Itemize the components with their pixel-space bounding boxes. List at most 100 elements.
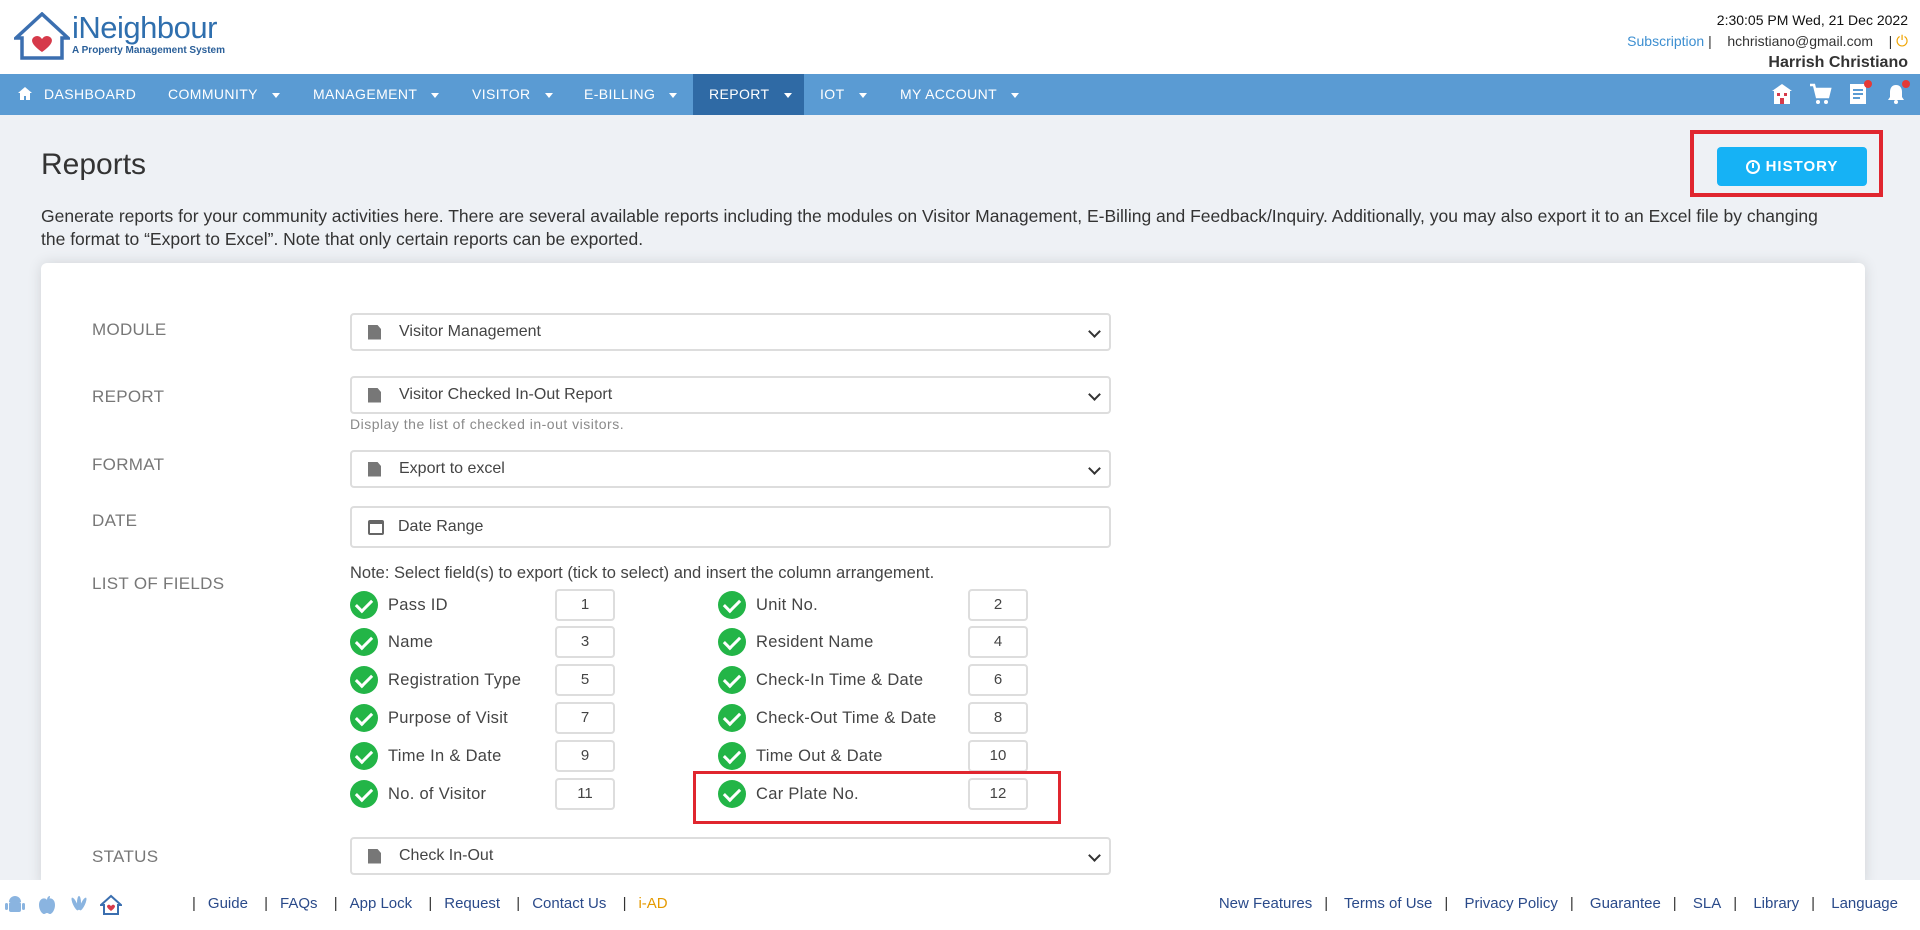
check-icon[interactable] bbox=[718, 742, 746, 770]
app-lock-link[interactable]: App Lock bbox=[350, 895, 413, 912]
field-order-input[interactable]: 7 bbox=[555, 702, 615, 734]
apple-icon[interactable] bbox=[36, 894, 58, 916]
field-pass-id[interactable]: Pass ID bbox=[350, 589, 448, 621]
main-nav: DASHBOARD COMMUNITY MANAGEMENT VISITOR E… bbox=[0, 74, 1920, 115]
nav-management[interactable]: MANAGEMENT bbox=[313, 74, 440, 115]
module-label: MODULE bbox=[92, 320, 167, 339]
check-icon[interactable] bbox=[718, 666, 746, 694]
request-link[interactable]: Request bbox=[444, 895, 500, 912]
check-icon[interactable] bbox=[718, 591, 746, 619]
field-order-input[interactable]: 10 bbox=[968, 740, 1028, 772]
i-ad-link[interactable]: i-AD bbox=[638, 895, 667, 912]
nav-iot[interactable]: IOT bbox=[820, 74, 867, 115]
field-order-input[interactable]: 4 bbox=[968, 626, 1028, 658]
field-time-out[interactable]: Time Out & Date bbox=[718, 740, 883, 772]
field-resident-name[interactable]: Resident Name bbox=[718, 626, 874, 658]
document-icon bbox=[368, 387, 381, 403]
check-icon[interactable] bbox=[350, 591, 378, 619]
nav-report[interactable]: REPORT bbox=[693, 74, 804, 115]
separator: | bbox=[192, 895, 196, 912]
nav-label: VISITOR bbox=[472, 86, 531, 102]
building-icon[interactable] bbox=[1770, 82, 1794, 106]
separator: | bbox=[1876, 33, 1893, 49]
check-icon[interactable] bbox=[350, 704, 378, 732]
nav-label: MY ACCOUNT bbox=[900, 86, 998, 102]
report-label: REPORT bbox=[92, 387, 165, 406]
field-check-in[interactable]: Check-In Time & Date bbox=[718, 664, 923, 696]
footer-links-right: New Features | Terms of Use | Privacy Poli… bbox=[1219, 895, 1898, 912]
new-features-link[interactable]: New Features bbox=[1219, 895, 1312, 912]
field-order-input[interactable]: 9 bbox=[555, 740, 615, 772]
status-select[interactable]: Check In-Out bbox=[350, 837, 1111, 875]
privacy-policy-link[interactable]: Privacy Policy bbox=[1464, 895, 1557, 912]
check-icon[interactable] bbox=[350, 666, 378, 694]
format-select[interactable]: Export to excel bbox=[350, 450, 1111, 488]
field-name-item[interactable]: Name bbox=[350, 626, 433, 658]
library-link[interactable]: Library bbox=[1753, 895, 1799, 912]
field-registration-type[interactable]: Registration Type bbox=[350, 664, 521, 696]
field-unit-no[interactable]: Unit No. bbox=[718, 589, 818, 621]
nav-label: MANAGEMENT bbox=[313, 86, 418, 102]
field-order-input[interactable]: 8 bbox=[968, 702, 1028, 734]
guarantee-link[interactable]: Guarantee bbox=[1590, 895, 1661, 912]
contact-us-link[interactable]: Contact Us bbox=[532, 895, 606, 912]
power-icon[interactable]: ⏻ bbox=[1896, 33, 1908, 50]
check-icon[interactable] bbox=[718, 628, 746, 656]
check-icon[interactable] bbox=[350, 780, 378, 808]
separator: | bbox=[516, 895, 521, 912]
faqs-link[interactable]: FAQs bbox=[280, 895, 318, 912]
list-icon[interactable] bbox=[1846, 80, 1872, 106]
top-header: iNeighbour A Property Management System … bbox=[0, 0, 1920, 74]
field-order-input[interactable]: 12 bbox=[968, 778, 1028, 810]
account-line: Subscription | hchristiano@gmail.com | ⏻ bbox=[1627, 33, 1908, 50]
field-car-plate-no[interactable]: Car Plate No. bbox=[718, 778, 859, 810]
terms-of-use-link[interactable]: Terms of Use bbox=[1344, 895, 1432, 912]
field-no-of-visitor[interactable]: No. of Visitor bbox=[350, 778, 486, 810]
nav-community[interactable]: COMMUNITY bbox=[168, 74, 280, 115]
nav-icon-group bbox=[1770, 80, 1910, 106]
cart-icon[interactable] bbox=[1808, 82, 1832, 106]
subscription-link[interactable]: Subscription bbox=[1627, 33, 1704, 49]
field-order-input[interactable]: 5 bbox=[555, 664, 615, 696]
document-icon bbox=[368, 324, 381, 340]
chevron-down-icon bbox=[1088, 388, 1101, 401]
nav-my-account[interactable]: MY ACCOUNT bbox=[900, 74, 1020, 115]
separator: | bbox=[1569, 895, 1574, 912]
logo[interactable]: iNeighbour A Property Management System bbox=[11, 12, 225, 60]
nav-e-billing[interactable]: E-BILLING bbox=[584, 74, 678, 115]
ineighbour-icon[interactable] bbox=[98, 894, 124, 916]
field-check-out[interactable]: Check-Out Time & Date bbox=[718, 702, 937, 734]
field-order-input[interactable]: 11 bbox=[555, 778, 615, 810]
huawei-icon[interactable] bbox=[68, 894, 90, 916]
history-button[interactable]: HISTORY bbox=[1717, 147, 1867, 186]
account-panel: 2:30:05 PM Wed, 21 Dec 2022 Subscription… bbox=[1627, 12, 1908, 72]
caret-down-icon bbox=[271, 92, 280, 98]
field-order-input[interactable]: 1 bbox=[555, 589, 615, 621]
nav-dashboard[interactable]: DASHBOARD bbox=[18, 74, 136, 115]
date-range-input[interactable]: Date Range bbox=[350, 506, 1111, 548]
sla-link[interactable]: SLA bbox=[1693, 895, 1721, 912]
check-icon[interactable] bbox=[718, 704, 746, 732]
module-select[interactable]: Visitor Management bbox=[350, 313, 1111, 351]
check-icon[interactable] bbox=[350, 742, 378, 770]
field-order-input[interactable]: 6 bbox=[968, 664, 1028, 696]
caret-down-icon bbox=[544, 92, 553, 98]
bell-icon[interactable] bbox=[1884, 80, 1910, 106]
caret-down-icon bbox=[783, 92, 792, 98]
field-order-input[interactable]: 3 bbox=[555, 626, 615, 658]
field-order-input[interactable]: 2 bbox=[968, 589, 1028, 621]
status-value: Check In-Out bbox=[399, 847, 494, 864]
guide-link[interactable]: Guide bbox=[208, 895, 248, 912]
document-icon bbox=[368, 461, 381, 477]
field-purpose-of-visit[interactable]: Purpose of Visit bbox=[350, 702, 508, 734]
check-icon[interactable] bbox=[718, 780, 746, 808]
report-select[interactable]: Visitor Checked In-Out Report bbox=[350, 376, 1111, 414]
field-time-in[interactable]: Time In & Date bbox=[350, 740, 502, 772]
language-link[interactable]: Language bbox=[1831, 895, 1898, 912]
separator: | bbox=[622, 895, 627, 912]
android-icon[interactable] bbox=[4, 894, 26, 916]
nav-visitor[interactable]: VISITOR bbox=[472, 74, 553, 115]
history-label: HISTORY bbox=[1765, 158, 1839, 175]
user-name[interactable]: Harrish Christiano bbox=[1627, 54, 1908, 72]
check-icon[interactable] bbox=[350, 628, 378, 656]
